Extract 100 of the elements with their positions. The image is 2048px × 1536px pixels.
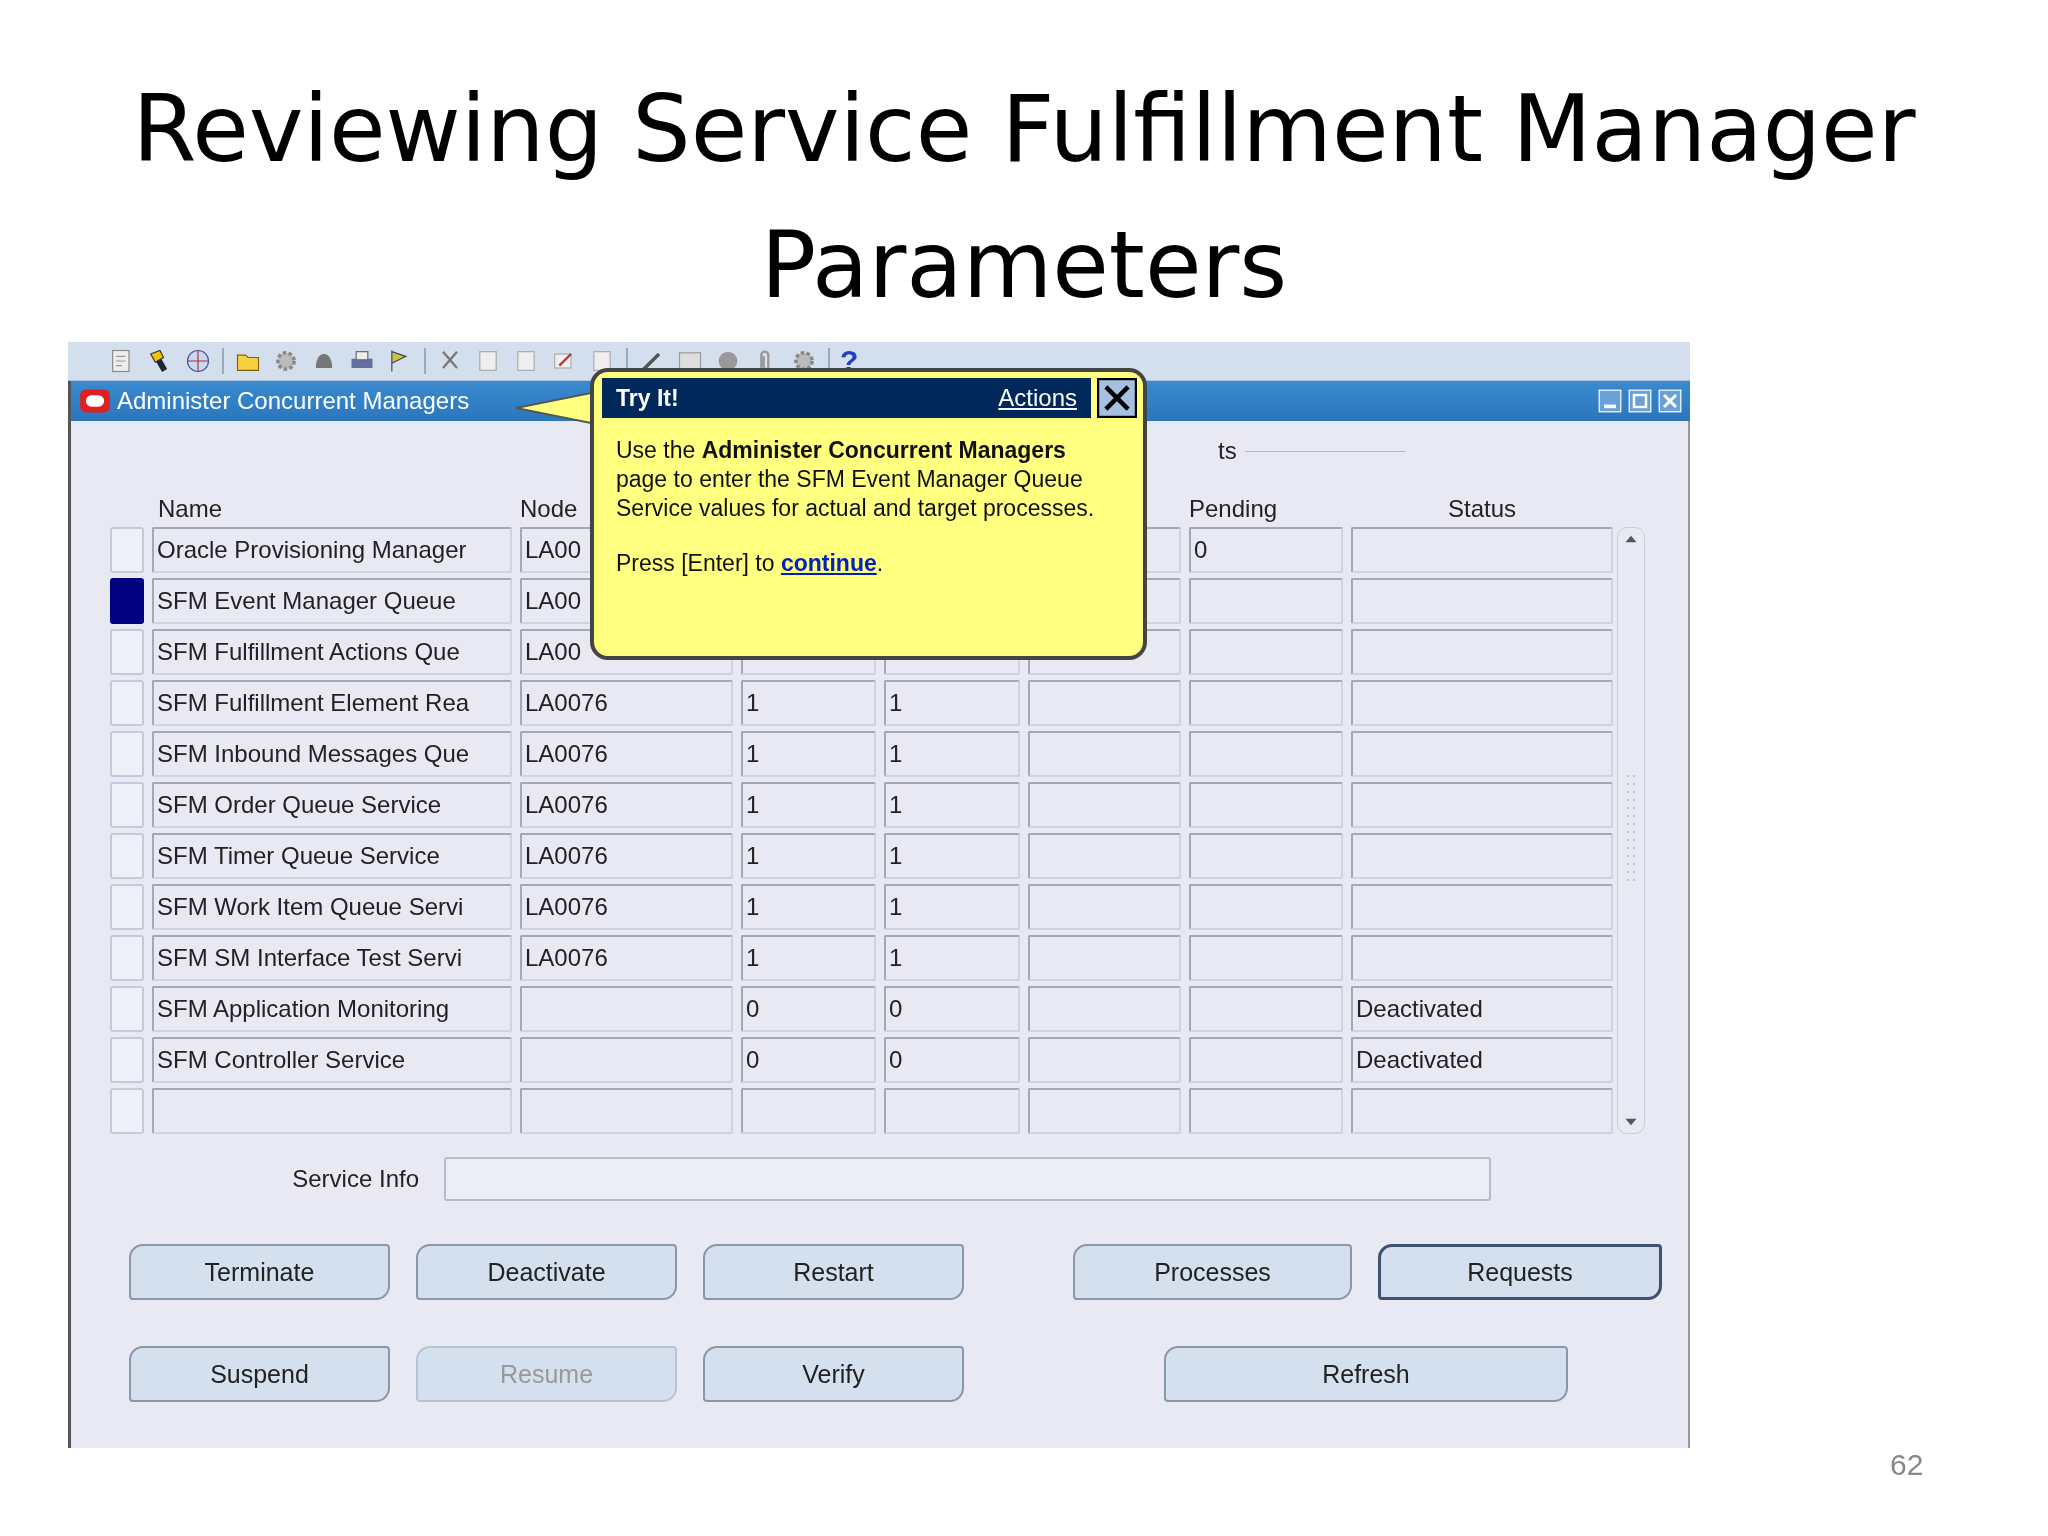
table-cell[interactable]: 0 — [884, 986, 1020, 1032]
column-header: Pending — [1189, 495, 1278, 523]
table-cell[interactable] — [1189, 1088, 1343, 1134]
table-cell[interactable] — [1189, 986, 1343, 1032]
table-cell[interactable]: SFM Order Queue Service — [152, 782, 512, 828]
table-cell[interactable]: LA0076 — [520, 884, 733, 930]
table-cell[interactable] — [1351, 680, 1613, 726]
action-button[interactable]: Terminate — [129, 1244, 390, 1300]
table-cell[interactable]: Deactivated — [1351, 986, 1613, 1032]
scrollbar[interactable] — [1617, 527, 1645, 1134]
table-cell[interactable] — [520, 1088, 733, 1134]
action-button[interactable]: Suspend — [129, 1346, 390, 1402]
table-cell[interactable] — [1028, 884, 1181, 930]
table-cell[interactable] — [1028, 680, 1181, 726]
table-cell[interactable] — [1189, 833, 1343, 879]
table-cell[interactable] — [1351, 884, 1613, 930]
table-cell[interactable]: 1 — [741, 935, 876, 981]
continue-link[interactable]: continue — [780, 550, 877, 576]
table-cell[interactable] — [741, 1088, 876, 1134]
table-cell[interactable] — [1189, 629, 1343, 675]
table-cell[interactable] — [1351, 629, 1613, 675]
column-header: Name — [158, 495, 223, 523]
table-cell[interactable]: SFM Controller Service — [152, 1037, 512, 1083]
action-button[interactable]: Restart — [703, 1244, 964, 1300]
close-icon[interactable] — [1097, 378, 1137, 418]
table-cell[interactable]: 1 — [884, 782, 1020, 828]
table-cell[interactable]: SFM Fulfillment Actions Que — [152, 629, 512, 675]
actions-link[interactable]: Actions — [998, 384, 1077, 412]
table-cell[interactable] — [1189, 782, 1343, 828]
column-header: Status — [1447, 495, 1516, 523]
table-cell[interactable] — [1351, 935, 1613, 981]
table-cell[interactable] — [1028, 731, 1181, 777]
action-button[interactable]: Refresh — [1164, 1346, 1568, 1402]
table-cell[interactable] — [1189, 935, 1343, 981]
table-cell[interactable]: 0 — [1189, 527, 1343, 573]
table-cell[interactable]: 1 — [741, 731, 876, 777]
table-cell[interactable]: 1 — [884, 884, 1020, 930]
table-cell[interactable]: 0 — [884, 1037, 1020, 1083]
popup-prompt: Press [Enter] to continue. — [616, 549, 885, 578]
window-title: Administer Concurrent Managers — [117, 387, 470, 415]
table-cell[interactable]: 1 — [741, 680, 876, 726]
field-label: Service Info — [291, 1165, 419, 1193]
table-cell[interactable]: 1 — [741, 782, 876, 828]
table-cell[interactable]: Deactivated — [1351, 1037, 1613, 1083]
maximize-icon[interactable] — [1628, 389, 1652, 413]
table-cell[interactable] — [1189, 884, 1343, 930]
table-cell[interactable] — [1351, 578, 1613, 624]
table-cell[interactable] — [1028, 935, 1181, 981]
table-cell[interactable]: SFM Event Manager Queue — [152, 578, 512, 624]
action-button[interactable]: Processes — [1073, 1244, 1352, 1300]
oracle-logo-icon — [79, 388, 111, 414]
slide-title: Reviewing Service Fulfillment Manager Parameters — [131, 75, 1917, 321]
table-cell[interactable] — [1028, 782, 1181, 828]
table-cell[interactable]: LA0076 — [520, 935, 733, 981]
table-cell[interactable] — [1189, 680, 1343, 726]
table-cell[interactable]: SFM Fulfillment Element Rea — [152, 680, 512, 726]
table-cell[interactable] — [884, 1088, 1020, 1134]
action-button[interactable]: Verify — [703, 1346, 964, 1402]
table-cell[interactable] — [1351, 833, 1613, 879]
minimize-icon[interactable] — [1598, 389, 1622, 413]
table-cell[interactable]: SFM Application Monitoring — [152, 986, 512, 1032]
table-cell[interactable] — [1189, 731, 1343, 777]
table-cell[interactable]: 1 — [884, 680, 1020, 726]
table-cell[interactable]: 0 — [741, 1037, 876, 1083]
table-cell[interactable]: 0 — [741, 986, 876, 1032]
table-cell[interactable]: LA0076 — [520, 680, 733, 726]
table-cell[interactable]: 1 — [741, 833, 876, 879]
table-cell[interactable]: LA0076 — [520, 731, 733, 777]
row-selector[interactable] — [110, 578, 144, 624]
table-cell[interactable]: SFM SM Interface Test Servi — [152, 935, 512, 981]
table-cell[interactable] — [520, 986, 733, 1032]
table-cell[interactable]: SFM Inbound Messages Que — [152, 731, 512, 777]
table-cell[interactable] — [1028, 1037, 1181, 1083]
table-cell[interactable] — [1028, 986, 1181, 1032]
popup-message: Use the Administer Concurrent Managers page to enter the SFM Event Manager Queue Service values for actual and target processes. — [616, 436, 1095, 523]
table-cell[interactable] — [1189, 578, 1343, 624]
input-field[interactable] — [444, 1157, 1491, 1201]
table-cell[interactable] — [520, 1037, 733, 1083]
table-cell[interactable]: 1 — [741, 884, 876, 930]
table-cell[interactable]: LA0076 — [520, 782, 733, 828]
table-cell[interactable] — [1351, 782, 1613, 828]
group-label: ts — [1218, 437, 1237, 465]
action-button[interactable]: Deactivate — [416, 1244, 677, 1300]
table-cell[interactable] — [1028, 833, 1181, 879]
globe-icon[interactable] — [184, 347, 212, 375]
table-cell[interactable] — [1351, 731, 1613, 777]
table-cell[interactable]: SFM Work Item Queue Servi — [152, 884, 512, 930]
table-cell[interactable] — [1189, 1037, 1343, 1083]
table-cell[interactable] — [1351, 1088, 1613, 1134]
table-cell[interactable] — [152, 1088, 512, 1134]
table-cell[interactable] — [1028, 1088, 1181, 1134]
action-button[interactable]: Requests — [1378, 1244, 1662, 1300]
table-cell[interactable] — [1351, 527, 1613, 573]
table-cell[interactable]: LA0076 — [520, 833, 733, 879]
table-cell[interactable]: 1 — [884, 731, 1020, 777]
table-cell[interactable]: Oracle Provisioning Manager — [152, 527, 512, 573]
table-cell[interactable]: 1 — [884, 833, 1020, 879]
table-cell[interactable]: 1 — [884, 935, 1020, 981]
table-cell[interactable]: SFM Timer Queue Service — [152, 833, 512, 879]
column-header: Node — [520, 495, 578, 523]
